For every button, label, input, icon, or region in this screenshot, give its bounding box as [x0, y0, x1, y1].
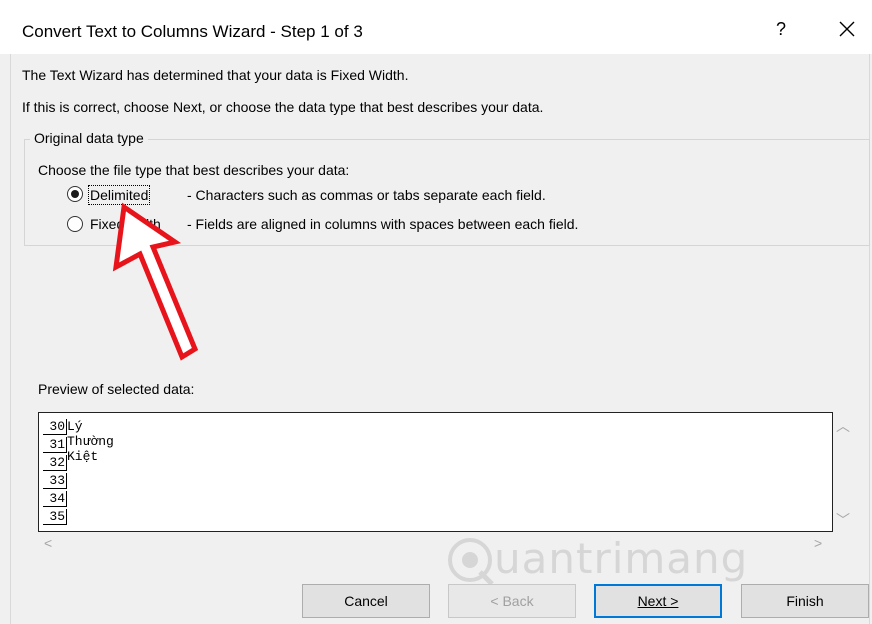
watermark-text: uantrimang	[494, 534, 749, 583]
close-icon[interactable]	[836, 18, 858, 40]
row-number: 34	[43, 491, 67, 507]
intro-line-2: If this is correct, choose Next, or choo…	[22, 99, 544, 115]
row-number: 35	[43, 509, 67, 525]
help-button[interactable]: ?	[776, 19, 786, 40]
scroll-left-icon[interactable]: <	[44, 535, 52, 551]
back-button[interactable]: < Back	[448, 584, 576, 618]
cancel-button[interactable]: Cancel	[302, 584, 430, 618]
row-number: 31	[43, 437, 67, 453]
window-title: Convert Text to Columns Wizard - Step 1 …	[22, 22, 363, 41]
row-number: 30	[43, 419, 67, 435]
next-button[interactable]: Next >	[594, 584, 722, 618]
file-type-prompt: Choose the file type that best describes…	[38, 162, 350, 178]
next-button-label: Next >	[637, 593, 679, 609]
row-number: 33	[43, 473, 67, 489]
intro-line-1: The Text Wizard has determined that your…	[22, 67, 409, 83]
group-legend: Original data type	[30, 130, 148, 146]
radio-selected-dot	[71, 190, 79, 198]
watermark-logo: uantrimang	[442, 530, 747, 590]
scroll-up-icon[interactable]: ︿	[836, 416, 850, 436]
finish-button-label: Finish	[786, 593, 824, 609]
vertical-scrollbar[interactable]: ︿ ﹀	[832, 412, 854, 532]
row-text: Lý Thường Kiệt	[67, 419, 114, 464]
window-border-left	[10, 0, 11, 624]
desc-delimited: - Characters such as commas or tabs sepa…	[187, 187, 546, 203]
scroll-down-icon[interactable]: ﹀	[836, 510, 850, 530]
row-number: 32	[43, 455, 67, 471]
preview-label: Preview of selected data:	[38, 381, 195, 397]
radio-fixed-width[interactable]	[67, 216, 83, 232]
desc-fixed-width: - Fields are aligned in columns with spa…	[187, 216, 579, 232]
data-preview[interactable]: 30 Lý Thường Kiệt 31 32 33 34 35	[38, 412, 833, 532]
scroll-right-icon[interactable]: >	[814, 535, 822, 551]
radio-delimited[interactable]	[67, 186, 83, 202]
label-fixed-width[interactable]: Fixed width	[90, 216, 161, 232]
label-delimited[interactable]: Delimited	[87, 185, 151, 205]
window-border-right	[869, 0, 870, 624]
title-bar[interactable]: Convert Text to Columns Wizard - Step 1 …	[0, 0, 872, 54]
finish-button[interactable]: Finish	[741, 584, 869, 618]
